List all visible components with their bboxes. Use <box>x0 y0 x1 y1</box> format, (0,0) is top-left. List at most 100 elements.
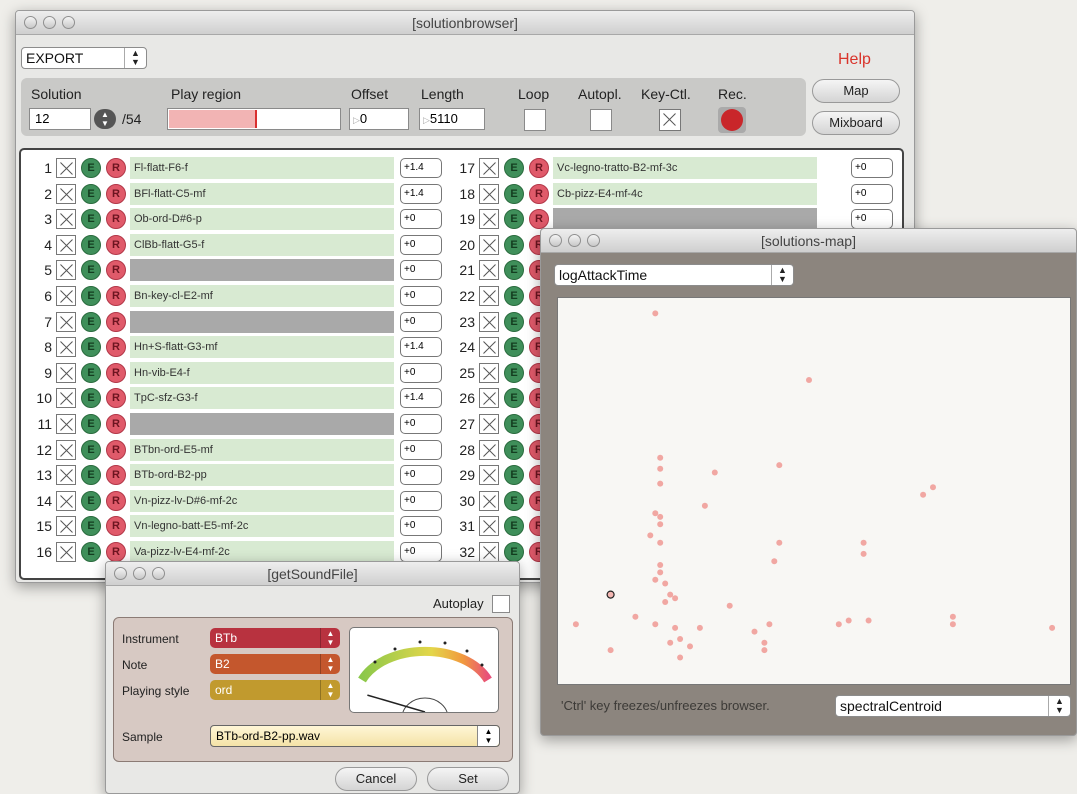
edit-button[interactable]: E <box>81 414 101 434</box>
solution-point[interactable] <box>865 617 872 624</box>
edit-button[interactable]: E <box>81 465 101 486</box>
zoom-window-button[interactable] <box>587 234 600 247</box>
key-ctl-checkbox[interactable] <box>659 109 681 131</box>
delete-row-button[interactable] <box>56 337 76 358</box>
offset-input[interactable]: ▷0 <box>349 108 409 130</box>
length-input[interactable]: ▷5110 <box>419 108 485 130</box>
edit-button[interactable]: E <box>504 286 524 306</box>
rec-button[interactable] <box>718 107 746 133</box>
solution-point[interactable] <box>751 628 758 635</box>
pitch-offset-box[interactable]: +0 <box>400 260 442 281</box>
replace-button[interactable]: R <box>106 362 126 383</box>
sample-name-bar[interactable] <box>130 310 394 333</box>
autoplay-checkbox[interactable] <box>492 595 510 613</box>
delete-row-button[interactable] <box>479 414 499 434</box>
solution-point[interactable] <box>920 491 927 498</box>
solution-point[interactable] <box>662 580 669 587</box>
delete-row-button[interactable] <box>56 439 76 460</box>
solution-point[interactable] <box>711 469 718 476</box>
pitch-offset-box[interactable]: +0 <box>400 490 442 511</box>
delete-row-button[interactable] <box>56 158 76 178</box>
edit-button[interactable]: E <box>504 311 524 332</box>
delete-row-button[interactable] <box>479 337 499 358</box>
edit-button[interactable]: E <box>504 490 524 511</box>
solution-point[interactable] <box>672 624 679 631</box>
solution-point[interactable] <box>677 654 684 661</box>
edit-button[interactable]: E <box>81 183 101 204</box>
edit-button[interactable]: E <box>81 439 101 460</box>
sample-name-bar[interactable]: Vc-legno-tratto-B2-mf-3c <box>553 157 817 179</box>
solution-point[interactable] <box>667 639 674 646</box>
pitch-offset-box[interactable]: +0 <box>400 362 442 383</box>
solution-point[interactable] <box>667 591 674 598</box>
sample-name-bar[interactable] <box>553 208 817 231</box>
edit-button[interactable]: E <box>504 516 524 537</box>
edit-button[interactable]: E <box>81 490 101 511</box>
minimize-window-button[interactable] <box>568 234 581 247</box>
replace-button[interactable]: R <box>529 183 549 204</box>
solution-number-input[interactable]: 12 <box>29 108 91 130</box>
edit-button[interactable]: E <box>81 311 101 332</box>
solution-point[interactable] <box>662 599 669 605</box>
sample-name-bar[interactable]: Hn+S-flatt-G3-mf <box>130 336 394 359</box>
solution-point[interactable] <box>672 595 679 602</box>
pitch-offset-box[interactable]: +0 <box>851 158 893 178</box>
solution-point[interactable] <box>647 532 654 539</box>
delete-row-button[interactable] <box>479 234 499 255</box>
replace-button[interactable]: R <box>106 209 126 230</box>
delete-row-button[interactable] <box>56 516 76 537</box>
delete-row-button[interactable] <box>56 209 76 230</box>
pitch-offset-box[interactable]: +1.4 <box>400 158 442 178</box>
pitch-offset-box[interactable]: +0 <box>400 516 442 537</box>
pitch-offset-box[interactable]: +0 <box>400 414 442 434</box>
sample-name-bar[interactable] <box>130 259 394 282</box>
solution-point[interactable] <box>761 647 768 654</box>
edit-button[interactable]: E <box>504 465 524 486</box>
sample-name-bar[interactable]: Hn-vib-E4-f <box>130 361 394 384</box>
note-select[interactable]: B2 ▲ ▼ <box>210 654 340 674</box>
sample-name-bar[interactable]: Cb-pizz-E4-mf-4c <box>553 182 817 205</box>
replace-button[interactable]: R <box>529 158 549 178</box>
edit-button[interactable]: E <box>504 260 524 281</box>
replace-button[interactable]: R <box>106 439 126 460</box>
delete-row-button[interactable] <box>479 516 499 537</box>
solution-point[interactable] <box>726 602 733 609</box>
delete-row-button[interactable] <box>479 286 499 306</box>
solution-point[interactable] <box>860 539 867 546</box>
replace-button[interactable]: R <box>106 286 126 306</box>
close-window-button[interactable] <box>114 567 127 580</box>
solution-point[interactable] <box>687 643 693 650</box>
solution-point[interactable] <box>572 621 579 628</box>
edit-button[interactable]: E <box>504 183 524 204</box>
replace-button[interactable]: R <box>106 490 126 511</box>
sample-name-bar[interactable]: BTbn-ord-E5-mf <box>130 438 394 461</box>
sample-name-bar[interactable]: Ob-ord-D#6-p <box>130 208 394 231</box>
replace-button[interactable]: R <box>106 158 126 178</box>
solution-point[interactable] <box>607 647 614 654</box>
delete-row-button[interactable] <box>56 234 76 255</box>
delete-row-button[interactable] <box>479 465 499 486</box>
help-link[interactable]: Help <box>838 51 871 69</box>
pitch-offset-box[interactable]: +0 <box>400 439 442 460</box>
zoom-window-button[interactable] <box>62 16 75 29</box>
delete-row-button[interactable] <box>56 260 76 281</box>
replace-button[interactable]: R <box>106 516 126 537</box>
solution-point[interactable] <box>949 613 956 620</box>
solution-point[interactable] <box>657 562 664 568</box>
pitch-offset-box[interactable]: +1.4 <box>400 183 442 204</box>
close-window-button[interactable] <box>549 234 562 247</box>
solution-point[interactable] <box>677 636 684 642</box>
pitch-offset-box[interactable]: +1.4 <box>400 388 442 409</box>
solution-point[interactable] <box>766 621 773 628</box>
edit-button[interactable]: E <box>504 209 524 230</box>
sample-name-bar[interactable]: Vn-legno-batt-E5-mf-2c <box>130 515 394 538</box>
pitch-offset-box[interactable]: +0 <box>400 286 442 306</box>
delete-row-button[interactable] <box>479 209 499 230</box>
delete-row-button[interactable] <box>479 542 499 562</box>
sample-name-bar[interactable]: Va-pizz-lv-E4-mf-2c <box>130 541 394 563</box>
delete-row-button[interactable] <box>56 362 76 383</box>
x-feature-select[interactable]: spectralCentroid ▲ ▼ <box>835 695 1071 717</box>
edit-button[interactable]: E <box>81 337 101 358</box>
edit-button[interactable]: E <box>81 388 101 409</box>
sample-name-bar[interactable]: Fl-flatt-F6-f <box>130 157 394 179</box>
